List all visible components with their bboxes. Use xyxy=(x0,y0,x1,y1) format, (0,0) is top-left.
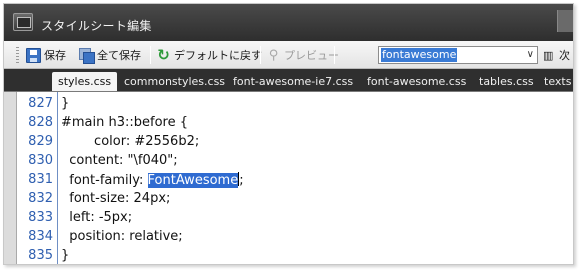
preview-icon: ⚲ xyxy=(268,47,279,63)
toolbar-separator xyxy=(334,46,335,64)
line-number: 830 xyxy=(28,153,53,168)
line-number: 827 xyxy=(28,96,53,111)
tab-font-awesome-css[interactable]: font-awesome.css xyxy=(361,72,472,91)
preview-label: プレビュー xyxy=(284,49,339,62)
save-all-label: 全て保存 xyxy=(97,49,141,62)
revert-icon: ↻ xyxy=(157,45,170,64)
chevron-down-icon[interactable]: ∨ xyxy=(527,49,534,60)
tab-texts[interactable]: texts xyxy=(538,72,573,91)
search-input[interactable]: fontawesome xyxy=(381,48,458,62)
code-line[interactable]: font-family: FontAwesome; xyxy=(61,172,244,188)
code-line[interactable]: left: -5px; xyxy=(61,210,132,225)
code-line[interactable]: #main h3::before { xyxy=(61,115,188,130)
app-icon xyxy=(13,13,33,31)
file-tab-bar: styles.css commonstyles.css font-awesome… xyxy=(4,69,573,91)
tab-commonstyles-css[interactable]: commonstyles.css xyxy=(118,72,231,91)
line-number: 833 xyxy=(28,210,53,225)
toolbar-separator xyxy=(150,46,151,64)
toolbar-grip-icon[interactable] xyxy=(16,47,19,63)
line-number: 835 xyxy=(28,248,53,263)
window-control-button[interactable] xyxy=(557,10,573,32)
preview-button[interactable]: ⚲ プレビュー xyxy=(266,46,339,64)
toolbar: 保存 全て保存 ↻ デフォルトに戻す ⚲ プレビュー fontawesome ∨… xyxy=(4,41,573,69)
code-editor[interactable]: 827 828 829 830 831 832 833 834 835 } #m… xyxy=(4,91,573,264)
find-icon: ▥ xyxy=(543,48,554,62)
code-line[interactable]: } xyxy=(61,96,69,111)
revert-label: デフォルトに戻す xyxy=(174,49,262,62)
save-icon xyxy=(26,47,41,63)
code-line[interactable]: position: relative; xyxy=(61,229,182,244)
revert-default-button[interactable]: ↻ デフォルトに戻す xyxy=(156,46,262,64)
editor-left-margin xyxy=(4,92,17,264)
save-button[interactable]: 保存 xyxy=(26,46,66,64)
title-bar: スタイルシート編集 xyxy=(4,4,573,41)
tab-styles-css[interactable]: styles.css xyxy=(52,72,118,91)
find-label: 次 xyxy=(559,49,570,62)
line-number: 829 xyxy=(28,134,53,149)
code-line[interactable]: content: "\f040"; xyxy=(61,153,177,168)
line-number: 828 xyxy=(28,115,53,130)
line-number-gutter: 827 828 829 830 831 832 833 834 835 xyxy=(18,92,58,264)
save-all-button[interactable]: 全て保存 xyxy=(79,46,141,64)
toolbar-separator xyxy=(260,46,261,64)
tab-font-awesome-ie7-css[interactable]: font-awesome-ie7.css xyxy=(227,72,359,91)
find-next-button[interactable]: ▥ 次 xyxy=(543,46,570,64)
tab-tables-css[interactable]: tables.css xyxy=(473,72,540,91)
search-combobox[interactable]: fontawesome ∨ xyxy=(378,46,538,64)
line-number: 831 xyxy=(28,172,53,187)
code-line[interactable]: } xyxy=(61,248,69,263)
selected-text[interactable]: FontAwesome xyxy=(147,173,239,188)
save-all-icon xyxy=(79,47,95,64)
line-number: 834 xyxy=(28,229,53,244)
save-label: 保存 xyxy=(44,49,66,62)
line-number: 832 xyxy=(28,191,53,206)
code-text: ; xyxy=(239,173,244,188)
window-title: スタイルシート編集 xyxy=(41,19,152,33)
code-text: font-family: xyxy=(61,173,148,188)
code-line[interactable]: color: #2556b2; xyxy=(61,134,199,149)
stylesheet-editor-window: スタイルシート編集 保存 全て保存 ↻ デフォルトに戻す ⚲ プレビュー fon… xyxy=(3,3,574,265)
code-line[interactable]: font-size: 24px; xyxy=(61,191,170,206)
